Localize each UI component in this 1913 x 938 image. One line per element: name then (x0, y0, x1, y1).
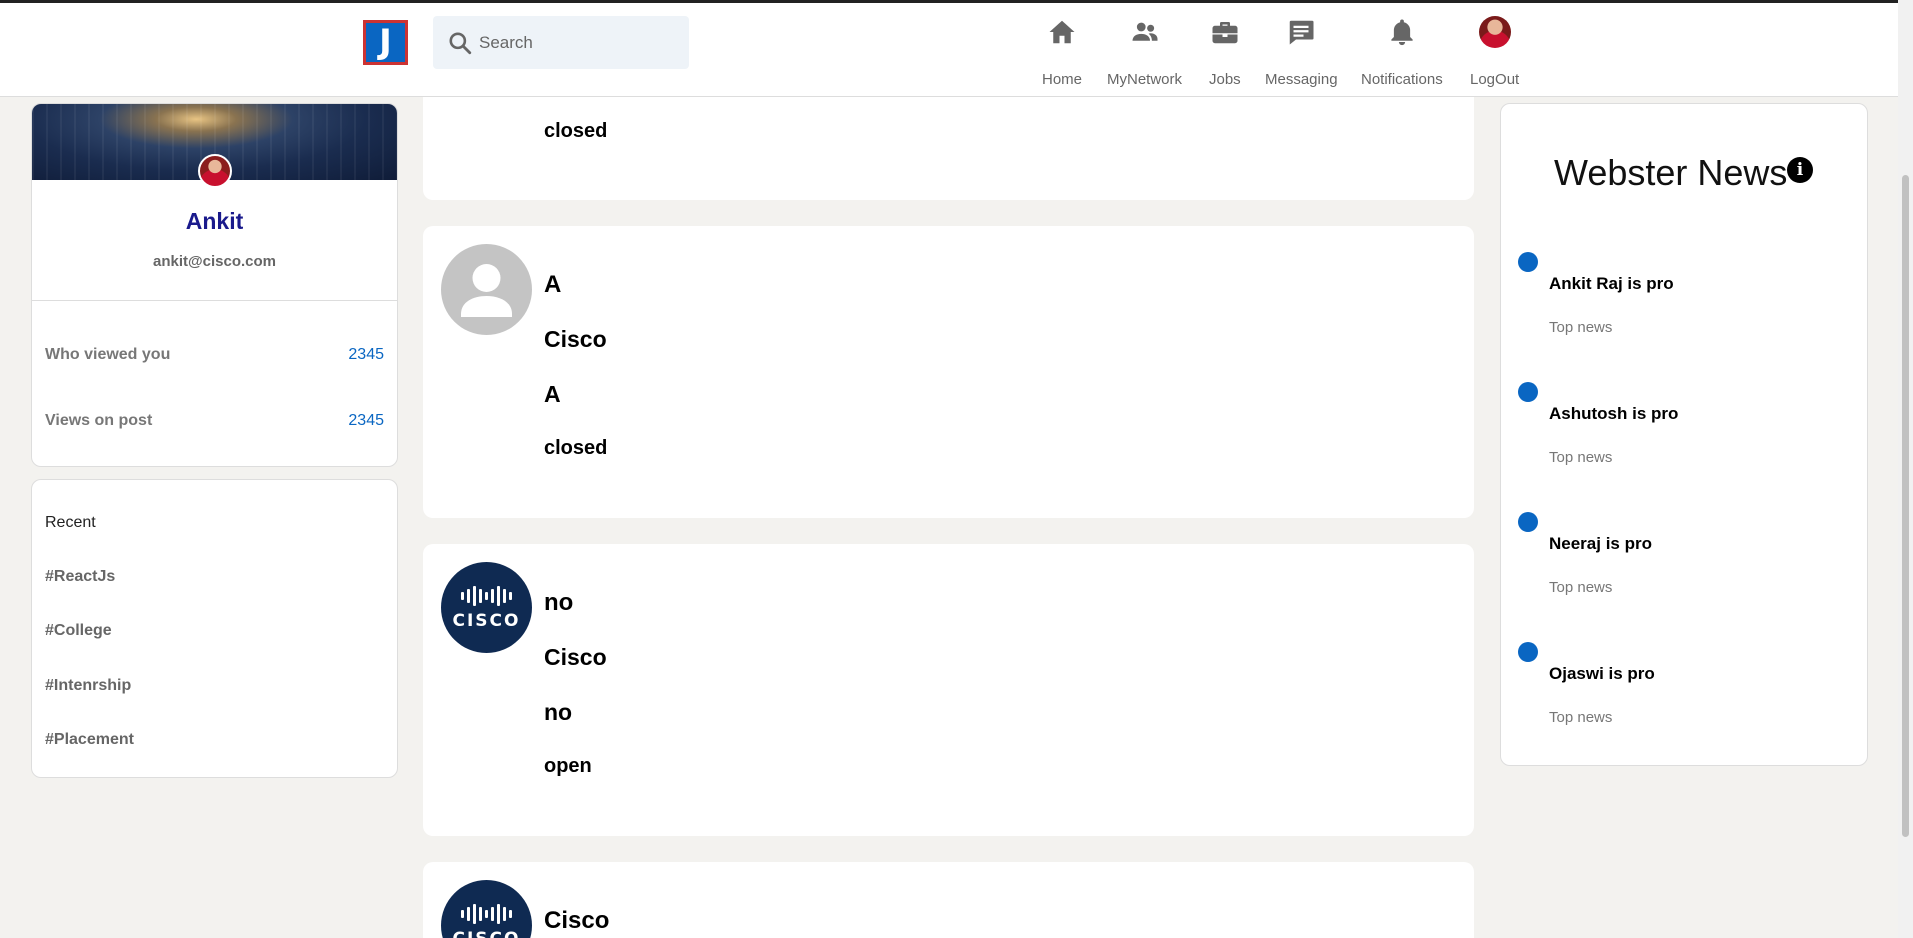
post-title: Cisco (544, 907, 610, 934)
nav-logout-label: LogOut (1470, 71, 1520, 88)
stat-label: Views on post (45, 412, 153, 429)
nav-jobs-label: Jobs (1209, 71, 1241, 88)
briefcase-icon (1212, 22, 1238, 44)
post-status: closed (544, 120, 608, 142)
post-title: A (544, 271, 562, 298)
news-headline[interactable]: Ankit Raj is pro (1549, 274, 1674, 294)
cisco-logo-avatar[interactable]: CISCO (441, 562, 532, 653)
nav-mynetwork-label: MyNetwork (1107, 71, 1183, 88)
info-icon[interactable]: i (1787, 157, 1813, 183)
news-subtitle: Top news (1549, 449, 1613, 466)
stat-value: 2345 (348, 346, 384, 363)
avatar (1478, 16, 1511, 48)
post-description: no (544, 699, 573, 725)
news-bullet (1518, 642, 1538, 662)
post-title: no (544, 589, 574, 616)
nav-notifications[interactable]: Notifications (1361, 17, 1443, 88)
hashtag-link[interactable]: #Intenrship (45, 677, 131, 695)
cisco-wordmark: CISCO (453, 929, 521, 938)
post-description: A (544, 381, 561, 407)
app-logo[interactable]: J (363, 20, 408, 65)
nav-home-label: Home (1042, 71, 1083, 88)
news-subtitle: Top news (1549, 579, 1613, 596)
post-company: Cisco (544, 326, 607, 352)
stat-value: 2345 (348, 412, 384, 429)
cisco-wordmark: CISCO (452, 610, 521, 631)
nav-messaging[interactable]: Messaging (1265, 17, 1338, 88)
hashtag-link[interactable]: #College (45, 622, 112, 640)
logo-letter: J (366, 23, 405, 62)
stat-views-on-post[interactable]: Views on post 2345 (32, 412, 397, 430)
profile-name[interactable]: Ankit (32, 208, 397, 235)
news-card: Webster News i Ankit Raj is pro Top news… (1500, 103, 1868, 766)
search-icon (449, 31, 472, 54)
news-headline[interactable]: Ashutosh is pro (1549, 404, 1678, 424)
news-bullet (1518, 512, 1538, 532)
news-title: Webster News (1554, 152, 1788, 193)
nav-messaging-label: Messaging (1265, 71, 1338, 88)
post-status: open (544, 755, 592, 777)
default-user-avatar[interactable] (441, 244, 532, 335)
post-card: CISCO Cisco (423, 862, 1474, 938)
cisco-logo-avatar[interactable]: CISCO (441, 880, 532, 938)
nav-mynetwork[interactable]: MyNetwork (1107, 17, 1182, 88)
divider (32, 300, 397, 301)
hashtag-link[interactable]: #Placement (45, 731, 134, 749)
news-bullet (1518, 382, 1538, 402)
news-subtitle: Top news (1549, 709, 1613, 726)
stat-label: Who viewed you (45, 346, 171, 363)
nav-logout[interactable]: LogOut (1470, 16, 1520, 88)
profile-avatar[interactable] (198, 154, 232, 188)
search-input[interactable] (479, 32, 679, 53)
nav-notifications-label: Notifications (1361, 71, 1443, 88)
post-card: CISCO no Cisco no open (423, 544, 1474, 836)
news-bullet (1518, 252, 1538, 272)
news-headline[interactable]: Neeraj is pro (1549, 534, 1652, 554)
recent-title: Recent (45, 514, 96, 531)
page-scrollbar[interactable] (1898, 0, 1913, 938)
nav-home[interactable]: Home (1042, 17, 1082, 88)
search-box[interactable] (433, 16, 689, 69)
cisco-bars-icon (461, 903, 512, 925)
news-subtitle: Top news (1549, 319, 1613, 336)
stat-who-viewed[interactable]: Who viewed you 2345 (32, 346, 397, 364)
profile-card: Ankit ankit@cisco.com Who viewed you 234… (31, 103, 398, 467)
bell-icon (1391, 19, 1413, 46)
hashtag-link[interactable]: #ReactJs (45, 568, 115, 586)
message-icon (1290, 20, 1314, 45)
top-navbar: J Home MyNetwork Jobs Messaging Notifica… (0, 0, 1898, 97)
recent-card: Recent #ReactJs #College #Intenrship #Pl… (31, 479, 398, 778)
scrollbar-thumb[interactable] (1902, 175, 1909, 837)
people-icon (1132, 22, 1157, 41)
nav-jobs[interactable]: Jobs (1209, 17, 1241, 88)
post-status: closed (544, 437, 608, 459)
cisco-bars-icon (461, 585, 512, 607)
user-silhouette-icon (461, 264, 512, 317)
post-card: A Cisco A closed (423, 226, 1474, 518)
post-company: Cisco (544, 644, 607, 670)
profile-email: ankit@cisco.com (152, 253, 276, 270)
news-headline[interactable]: Ojaswi is pro (1549, 664, 1655, 684)
home-icon (1049, 20, 1075, 44)
